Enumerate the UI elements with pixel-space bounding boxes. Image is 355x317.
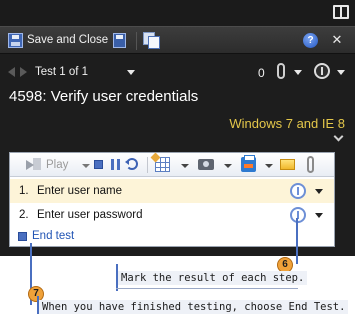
- save-icon[interactable]: [8, 33, 23, 48]
- save-and-close-button[interactable]: Save and Close: [27, 34, 108, 46]
- copy-icon[interactable]: [143, 32, 160, 49]
- play-icon: [33, 158, 41, 170]
- chevron-down-icon[interactable]: [127, 70, 135, 75]
- end-test-label[interactable]: End test: [32, 230, 74, 242]
- toolbar-separator: [136, 32, 137, 50]
- step-action: Enter user name: [37, 185, 123, 197]
- previous-test-icon[interactable]: [8, 67, 15, 77]
- paperclip-icon[interactable]: [307, 156, 314, 173]
- test-title: 4598: Verify user credentials: [9, 88, 199, 105]
- test-runner-window: Save and Close ? ✕ Test 1 of 1 0 4598: V…: [0, 0, 355, 256]
- undo-icon[interactable]: [125, 158, 138, 170]
- pause-icon[interactable]: [111, 159, 120, 170]
- next-test-icon[interactable]: [20, 67, 27, 77]
- step-result-icon[interactable]: [290, 207, 306, 223]
- help-icon[interactable]: ?: [303, 33, 318, 48]
- toolbar-separator: [147, 157, 148, 173]
- callout-underline: [116, 288, 298, 289]
- title-bar: [0, 0, 355, 26]
- create-bug-icon[interactable]: [155, 157, 170, 172]
- test-configuration: Windows 7 and IE 8: [229, 116, 345, 131]
- chevron-down-icon[interactable]: [337, 70, 345, 75]
- chevron-down-icon[interactable]: [82, 164, 90, 168]
- test-counter: Test 1 of 1: [35, 66, 89, 78]
- record-video-icon[interactable]: [241, 155, 256, 172]
- main-toolbar: Save and Close ? ✕: [0, 26, 355, 54]
- step-number: 2.: [19, 209, 29, 221]
- comment-icon[interactable]: [280, 159, 295, 170]
- close-button[interactable]: ✕: [329, 30, 345, 50]
- play-button[interactable]: Play: [46, 159, 68, 171]
- steps-toolbar: Play: [10, 153, 334, 177]
- dock-layout-icon[interactable]: [333, 5, 349, 19]
- step-action: Enter user password: [37, 209, 143, 221]
- collapse-chevron-icon[interactable]: [333, 131, 344, 142]
- test-steps-panel: Play 1. Enter user name 2. Enter user pa…: [9, 152, 335, 247]
- stop-icon[interactable]: [94, 160, 103, 169]
- step-result-icon[interactable]: [290, 183, 306, 199]
- callout-connector: [296, 218, 298, 264]
- chevron-down-icon[interactable]: [265, 164, 273, 168]
- chevron-down-icon[interactable]: [181, 164, 189, 168]
- stop-icon: [18, 232, 27, 241]
- test-result-icon[interactable]: [314, 63, 330, 79]
- attachment-count: 0: [258, 66, 265, 80]
- chevron-down-icon[interactable]: [315, 189, 323, 194]
- callout-text: When you have finished testing, choose E…: [39, 300, 349, 314]
- chevron-down-icon[interactable]: [315, 213, 323, 218]
- step-row[interactable]: 1. Enter user name: [10, 179, 334, 203]
- step-row[interactable]: 2. Enter user password: [10, 203, 334, 227]
- callout-text: Mark the result of each step.: [118, 271, 308, 285]
- save-icon[interactable]: [113, 33, 126, 48]
- chevron-down-icon[interactable]: [224, 164, 232, 168]
- paperclip-icon[interactable]: [277, 63, 285, 79]
- step-number: 1.: [19, 185, 29, 197]
- camera-icon[interactable]: [198, 159, 214, 170]
- play-icon: [26, 160, 34, 170]
- chevron-down-icon[interactable]: [294, 70, 302, 75]
